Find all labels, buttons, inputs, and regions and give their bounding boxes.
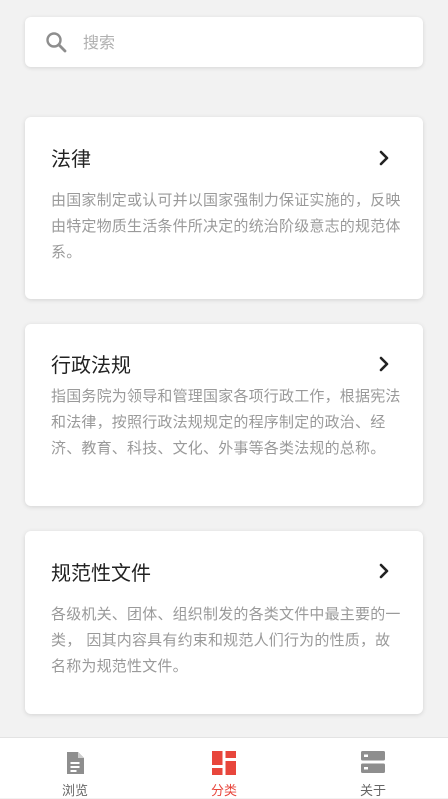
- category-title: 行政法规: [51, 353, 131, 377]
- category-card-administrative-regulations[interactable]: 行政法规 指国务院为领导和管理国家各项行政工作，根据宪法和法律，按照行政法规规定…: [25, 324, 423, 506]
- tab-browse[interactable]: 浏览: [25, 738, 125, 799]
- category-card-normative-documents[interactable]: 规范性文件 各级机关、团体、组织制发的各类文件中最主要的一类， 因其内容具有约束…: [25, 531, 423, 714]
- category-description: 各级机关、团体、组织制发的各类文件中最主要的一类， 因其内容具有约束和规范人们行…: [51, 605, 401, 675]
- tab-about[interactable]: 关于: [323, 738, 423, 799]
- chevron-right-icon: [379, 356, 389, 372]
- search-bar[interactable]: [25, 17, 423, 67]
- grid-icon: [212, 751, 236, 775]
- category-description: 指国务院为领导和管理国家各项行政工作，根据宪法和法律，按照行政法规规定的程序制定…: [51, 387, 401, 457]
- search-input[interactable]: [83, 32, 383, 52]
- category-title: 规范性文件: [51, 561, 151, 585]
- tab-categories[interactable]: 分类: [174, 738, 274, 799]
- tab-label: 浏览: [61, 784, 88, 799]
- bottom-tab-bar: 浏览 分类 关于: [0, 737, 448, 799]
- server-icon: [361, 751, 385, 773]
- tab-label: 分类: [210, 784, 237, 799]
- document-icon: [67, 752, 84, 774]
- tab-label: 关于: [359, 784, 386, 799]
- category-title: 法律: [51, 147, 91, 171]
- chevron-right-icon: [379, 563, 389, 579]
- search-icon: [45, 31, 67, 53]
- chevron-right-icon: [379, 150, 389, 166]
- category-card-law[interactable]: 法律 由国家制定或认可并以国家强制力保证实施的，反映由特定物质生活条件所决定的统…: [25, 117, 423, 299]
- category-description: 由国家制定或认可并以国家强制力保证实施的，反映由特定物质生活条件所决定的统治阶级…: [51, 191, 401, 261]
